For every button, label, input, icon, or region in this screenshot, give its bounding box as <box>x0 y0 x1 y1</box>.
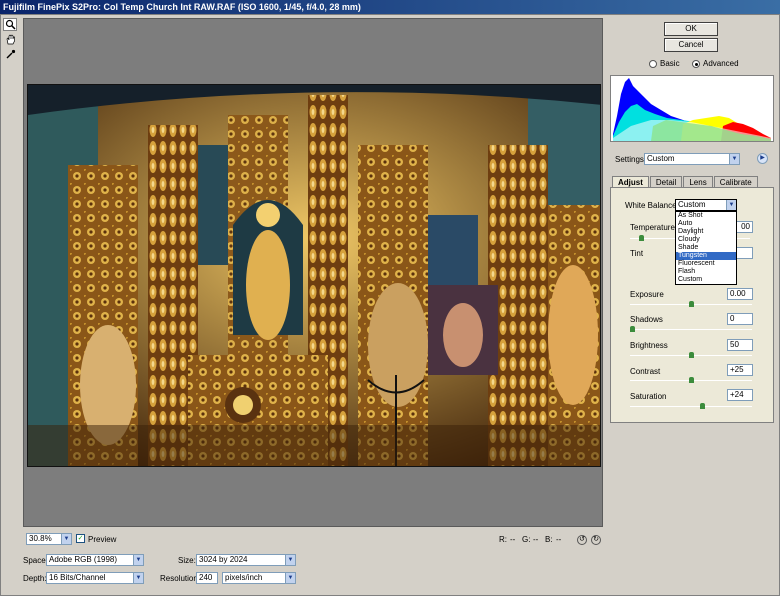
space-label: Space: <box>23 556 48 565</box>
toolbox <box>3 18 19 63</box>
wb-option-custom[interactable]: Custom <box>676 276 736 284</box>
shadows-field[interactable]: 0 <box>727 313 753 325</box>
size-label: Size: <box>178 556 196 565</box>
saturation-label: Saturation <box>630 392 667 401</box>
white-balance-select[interactable]: Custom ▼ <box>675 199 737 211</box>
g-readout-label: G: <box>522 535 531 544</box>
space-select[interactable]: Adobe RGB (1998) ▼ <box>46 554 144 566</box>
white-balance-dropdown-list: As Shot Auto Daylight Cloudy Shade Tungs… <box>675 211 737 285</box>
size-value: 3024 by 2024 <box>199 555 248 564</box>
basic-mode-radio[interactable]: Basic <box>649 59 680 68</box>
shadows-slider-thumb[interactable] <box>630 326 635 332</box>
resolution-unit-select[interactable]: pixels/inch ▼ <box>222 572 296 584</box>
depth-label: Depth: <box>23 574 47 583</box>
contrast-label: Contrast <box>630 367 661 376</box>
contrast-slider-thumb[interactable] <box>689 377 694 383</box>
preview-photo[interactable] <box>27 84 601 467</box>
preview-checkbox[interactable]: ✓ <box>76 534 85 543</box>
chevron-down-icon: ▼ <box>285 555 295 565</box>
round-arrow-menu-icon[interactable]: ▶ <box>757 153 768 164</box>
b-readout-value: -- <box>556 535 562 544</box>
wb-option-fluorescent[interactable]: Fluorescent <box>676 260 736 268</box>
resolution-label: Resolution: <box>160 574 201 583</box>
title-bar: Fujifilm FinePix S2Pro: Col Temp Church … <box>0 0 780 14</box>
magnifier-icon[interactable] <box>3 18 17 31</box>
brightness-slider-thumb[interactable] <box>689 352 694 358</box>
wb-option-flash[interactable]: Flash <box>676 268 736 276</box>
wb-option-cloudy[interactable]: Cloudy <box>676 236 736 244</box>
cancel-button[interactable]: Cancel <box>664 38 718 52</box>
hand-icon[interactable] <box>3 33 17 46</box>
shadows-label: Shadows <box>630 315 663 324</box>
brightness-slider[interactable] <box>630 352 752 358</box>
histogram <box>610 75 774 142</box>
wb-option-as-shot[interactable]: As Shot <box>676 212 736 220</box>
space-value: Adobe RGB (1998) <box>49 555 118 564</box>
white-balance-value: Custom <box>678 200 706 209</box>
size-select[interactable]: 3024 by 2024 ▼ <box>196 554 296 566</box>
temperature-label: Temperature <box>630 223 675 232</box>
exposure-field[interactable]: 0.00 <box>727 288 753 300</box>
brightness-field[interactable]: 50 <box>727 339 753 351</box>
rotate-right-icon[interactable]: ↻ <box>591 535 601 545</box>
wb-option-auto[interactable]: Auto <box>676 220 736 228</box>
r-readout-value: -- <box>510 535 516 544</box>
chevron-down-icon: ▼ <box>285 573 295 583</box>
chevron-down-icon: ▼ <box>133 555 143 565</box>
exposure-slider-thumb[interactable] <box>689 301 694 307</box>
resolution-unit-value: pixels/inch <box>225 573 263 582</box>
temperature-slider-thumb[interactable] <box>639 235 644 241</box>
radio-dot-selected-icon <box>692 59 700 68</box>
basic-mode-label: Basic <box>660 59 680 68</box>
resolution-field[interactable]: 240 <box>196 572 218 584</box>
brightness-label: Brightness <box>630 341 668 350</box>
depth-select[interactable]: 16 Bits/Channel ▼ <box>46 572 144 584</box>
settings-value: Custom <box>647 154 675 163</box>
chevron-down-icon: ▼ <box>726 200 736 210</box>
chevron-down-icon: ▼ <box>729 154 739 164</box>
wb-option-tungsten[interactable]: Tungsten <box>676 252 736 260</box>
saturation-field[interactable]: +24 <box>727 389 753 401</box>
advanced-mode-label: Advanced <box>703 59 739 68</box>
advanced-mode-radio[interactable]: Advanced <box>692 59 739 68</box>
b-readout-label: B: <box>545 535 553 544</box>
chevron-down-icon: ▼ <box>61 534 71 544</box>
depth-value: 16 Bits/Channel <box>49 573 106 582</box>
white-balance-label: White Balance: <box>625 201 679 210</box>
exposure-label: Exposure <box>630 290 664 299</box>
eyedropper-icon[interactable] <box>3 48 17 61</box>
saturation-slider[interactable] <box>630 403 752 409</box>
tint-label: Tint <box>630 249 644 258</box>
g-readout-value: -- <box>533 535 539 544</box>
contrast-slider[interactable] <box>630 377 752 383</box>
wb-option-shade[interactable]: Shade <box>676 244 736 252</box>
saturation-slider-thumb[interactable] <box>700 403 705 409</box>
ok-button[interactable]: OK <box>664 22 718 36</box>
zoom-value: 30.8% <box>29 534 52 543</box>
contrast-field[interactable]: +25 <box>727 364 753 376</box>
chevron-down-icon: ▼ <box>133 573 143 583</box>
settings-label: Settings: <box>615 155 647 164</box>
exposure-slider[interactable] <box>630 301 752 307</box>
radio-dot-icon <box>649 59 657 68</box>
shadows-slider[interactable] <box>630 326 752 332</box>
settings-select[interactable]: Custom ▼ <box>644 153 740 165</box>
wb-option-daylight[interactable]: Daylight <box>676 228 736 236</box>
zoom-select[interactable]: 30.8% ▼ <box>26 533 72 545</box>
rotate-left-icon[interactable]: ↺ <box>577 535 587 545</box>
r-readout-label: R: <box>499 535 507 544</box>
preview-label: Preview <box>88 535 117 544</box>
